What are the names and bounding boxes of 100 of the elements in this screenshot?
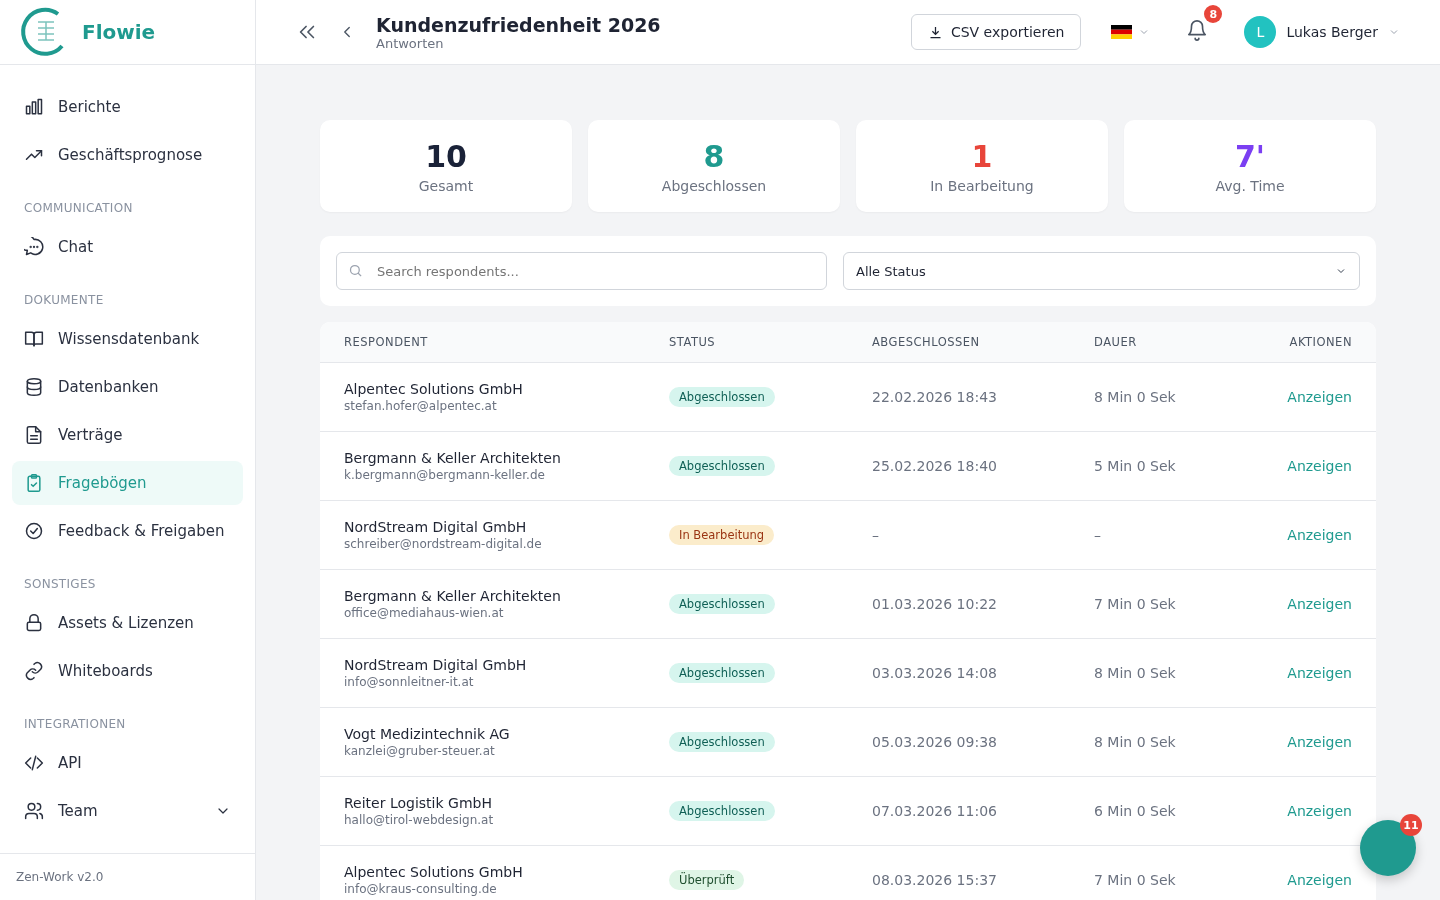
page-subtitle: Antworten (376, 35, 445, 51)
page-title: Kundenzufriedenheit 2026 (376, 13, 662, 36)
sidebar-item[interactable]: Datenbanken (12, 365, 243, 409)
duration: 6 Min 0 Sek (1094, 803, 1177, 819)
notification-count: 8 (1204, 5, 1223, 23)
status-badge: Abgeschlossen (669, 456, 775, 476)
status-dropdown[interactable]: Alle Status (843, 252, 1360, 290)
book-icon (24, 329, 44, 349)
code-icon (24, 753, 44, 773)
completed-date: 25.02.2026 18:40 (872, 458, 998, 474)
column-header: RESPONDENT (344, 335, 429, 349)
section-heading: INTEGRATIONEN (23, 716, 127, 733)
status-badge: Abgeschlossen (669, 732, 775, 752)
duration: 5 Min 0 Sek (1094, 458, 1177, 474)
respondent-email: office@mediahaus-wien.at (344, 606, 505, 620)
duration: – (1094, 527, 1102, 543)
respondent-email: info@kraus-consulting.de (344, 882, 498, 896)
column-header: STATUS (669, 335, 717, 349)
link-icon (24, 661, 44, 681)
sidebar-item[interactable]: Verträge (12, 413, 243, 457)
lock-icon (24, 613, 44, 633)
respondent-email: k.bergmann@bergmann-keller.de (344, 468, 546, 482)
duration: 7 Min 0 Sek (1094, 872, 1177, 888)
completed-date: 22.02.2026 18:43 (872, 389, 998, 405)
view-link[interactable]: Anzeigen (1287, 458, 1352, 474)
status-badge: Abgeschlossen (669, 663, 775, 683)
completed-date: 03.03.2026 14:08 (872, 665, 998, 681)
column-header: AKTIONEN (1288, 335, 1352, 349)
view-link[interactable]: Anzeigen (1287, 734, 1352, 750)
sidebar-item[interactable]: Team (12, 789, 243, 833)
sidebar-item[interactable]: API (12, 741, 243, 785)
users-icon (24, 801, 44, 821)
respondent-email: hallo@tirol-webdesign.at (344, 813, 495, 827)
duration: 8 Min 0 Sek (1094, 734, 1177, 750)
duration: 8 Min 0 Sek (1094, 389, 1177, 405)
view-link[interactable]: Anzeigen (1287, 527, 1352, 543)
stat-value: 8 (703, 138, 725, 174)
completed-date: 05.03.2026 09:38 (872, 734, 998, 750)
sidebar-item[interactable]: Wissensdatenbank (12, 317, 243, 361)
stat-label: Abgeschlossen (661, 177, 767, 194)
chat-badge: 11 (1400, 814, 1422, 836)
section-heading: COMMUNICATION (23, 200, 134, 217)
completed-date: – (872, 527, 880, 543)
sidebar-item[interactable]: Feedback & Freigaben (12, 509, 243, 553)
status-badge: Abgeschlossen (669, 801, 775, 821)
export-button[interactable]: CSV exportieren (910, 14, 1082, 50)
respondent-name: Reiter Logistik GmbH (344, 795, 493, 811)
doc-icon (24, 425, 44, 445)
section-heading: SONSTIGES (23, 576, 97, 593)
version-label: Zen-Work v2.0 (0, 853, 255, 900)
sidebar-item[interactable]: Chat (12, 225, 243, 269)
chart-icon (24, 97, 44, 117)
duration: 7 Min 0 Sek (1094, 596, 1177, 612)
stat-label: Gesamt (418, 177, 474, 194)
column-header: DAUER (1094, 335, 1138, 349)
respondent-name: Alpentec Solutions GmbH (344, 381, 524, 397)
respondent-name: NordStream Digital GmbH (344, 519, 528, 535)
view-link[interactable]: Anzeigen (1287, 596, 1352, 612)
search-icon (348, 263, 363, 278)
flag-icon[interactable] (1111, 25, 1133, 39)
respondent-email: info@sonnleitner-it.at (344, 675, 475, 689)
respondent-email: stefan.hofer@alpentec.at (344, 399, 498, 413)
column-header: ABGESCHLOSSEN (872, 335, 981, 349)
completed-date: 01.03.2026 10:22 (872, 596, 998, 612)
view-link[interactable]: Anzeigen (1287, 872, 1352, 888)
sidebar-item[interactable]: Whiteboards (12, 649, 243, 693)
completed-date: 08.03.2026 15:37 (872, 872, 998, 888)
bell-icon[interactable] (1186, 19, 1209, 41)
respondent-name: Bergmann & Keller Architekten (344, 588, 562, 604)
db-icon (24, 377, 44, 397)
chat-icon (24, 237, 44, 257)
respondent-email: kanzlei@gruber-steuer.at (344, 744, 496, 758)
respondent-name: Vogt Medizintechnik AG (344, 726, 511, 742)
respondent-name: NordStream Digital GmbH (344, 657, 528, 673)
clipboard-icon (24, 473, 44, 493)
status-badge: Abgeschlossen (669, 387, 775, 407)
stat-label: Avg. Time (1215, 177, 1285, 194)
status-badge: In Bearbeitung (669, 525, 775, 545)
sidebar-item[interactable]: Berichte (12, 85, 243, 129)
stat-value: 1 (971, 138, 993, 174)
respondent-name: Alpentec Solutions GmbH (344, 864, 524, 880)
sidebar-item[interactable]: Geschäftsprognose (12, 133, 243, 177)
stat-value: 7' (1234, 138, 1266, 174)
user-name[interactable]: Lukas Berger (1286, 24, 1378, 40)
respondent-email: schreiber@nordstream-digital.de (344, 537, 543, 551)
status-badge: Abgeschlossen (669, 594, 775, 614)
view-link[interactable]: Anzeigen (1287, 389, 1352, 405)
stat-value: 10 (425, 138, 467, 174)
duration: 8 Min 0 Sek (1094, 665, 1177, 681)
stat-label: In Bearbeitung (930, 177, 1034, 194)
view-link[interactable]: Anzeigen (1287, 803, 1352, 819)
sidebar-item[interactable]: Assets & Lizenzen (12, 601, 243, 645)
view-link[interactable]: Anzeigen (1287, 665, 1352, 681)
section-heading: DOKUMENTE (23, 292, 105, 309)
search-field[interactable]: Search respondents... (336, 252, 827, 290)
brand-name: Flowie (82, 20, 156, 44)
status-badge: Überprüft (669, 870, 745, 890)
completed-date: 07.03.2026 11:06 (872, 803, 998, 819)
respondent-name: Bergmann & Keller Architekten (344, 450, 562, 466)
check-icon (24, 521, 44, 541)
